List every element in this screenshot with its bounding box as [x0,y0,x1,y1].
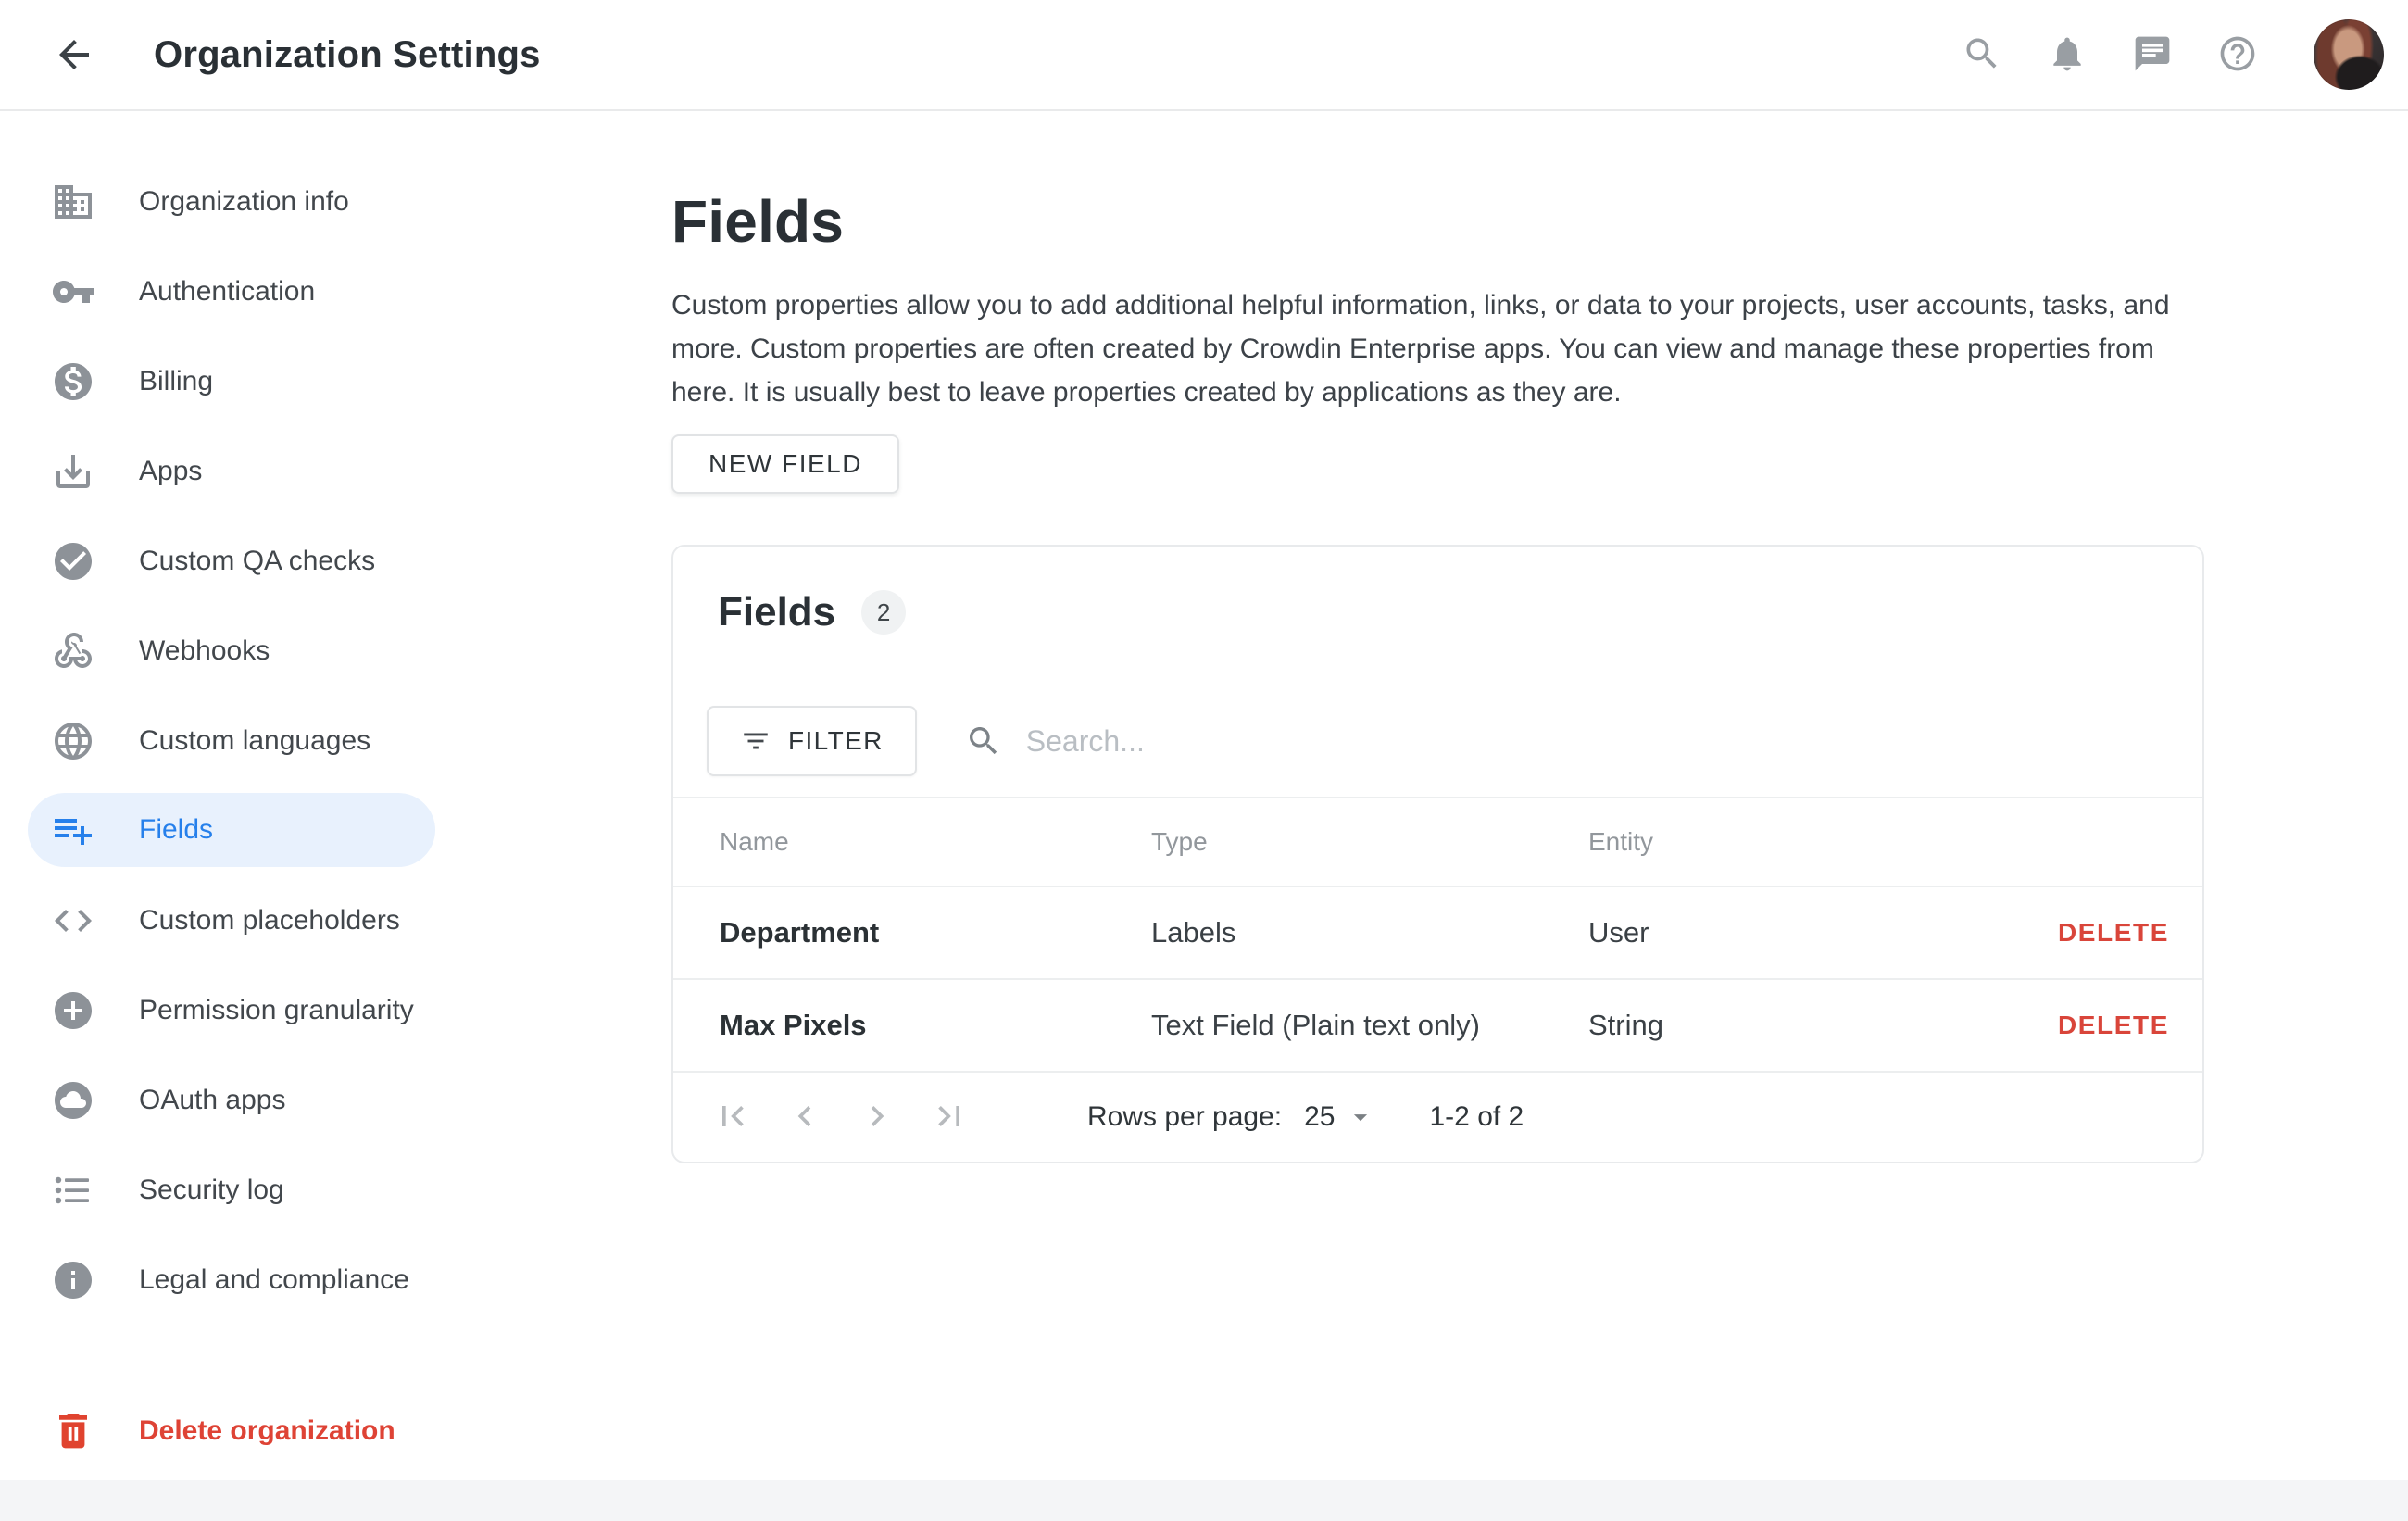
count-badge: 2 [861,590,906,635]
filter-button-label: FILTER [788,726,884,756]
field-entity: String [1588,1009,2058,1042]
notifications-bell-icon[interactable] [2045,32,2089,77]
table-row: Department Labels User DELETE [673,886,2202,978]
sidebar-item-webhooks[interactable]: Webhooks [0,606,454,696]
sidebar-item-label: Delete organization [139,1415,395,1447]
sidebar-item-legal-and-compliance[interactable]: Legal and compliance [0,1235,454,1325]
column-header-entity: Entity [1588,827,2169,857]
search-field [965,723,2169,760]
field-type: Labels [1151,916,1588,949]
list-icon [51,1168,95,1213]
rows-per-page-value: 25 [1304,1101,1335,1133]
download-icon [51,449,95,494]
sidebar-item-custom-qa-checks[interactable]: Custom QA checks [0,516,454,606]
sidebar-item-authentication[interactable]: Authentication [0,246,454,336]
last-page-icon[interactable] [927,1095,972,1139]
sidebar-item-label: Security log [139,1175,284,1206]
sidebar-item-label: Custom languages [139,725,370,757]
sidebar-item-label: Fields [139,814,213,846]
search-input[interactable] [1026,724,1674,759]
sidebar-item-label: Custom placeholders [139,905,400,936]
key-icon [51,270,95,314]
main-content: Fields Custom properties allow you to ad… [454,111,2408,1480]
sidebar-item-label: Apps [139,456,202,487]
messages-chat-icon[interactable] [2130,32,2175,77]
code-icon [51,899,95,943]
previous-page-icon[interactable] [783,1095,827,1139]
back-arrow-icon[interactable] [52,32,96,77]
sidebar-item-custom-placeholders[interactable]: Custom placeholders [0,875,454,965]
sidebar-item-fields[interactable]: Fields [28,793,435,867]
globe-icon [51,719,95,763]
sidebar-item-organization-info[interactable]: Organization info [0,157,454,246]
field-entity: User [1588,916,2058,949]
table-row: Max Pixels Text Field (Plain text only) … [673,978,2202,1071]
sidebar-item-label: Legal and compliance [139,1264,409,1296]
app-bar: Organization Settings [0,0,2408,111]
new-field-button[interactable]: NEW FIELD [671,434,899,494]
app-bar-actions [1960,19,2408,90]
sidebar-item-label: Billing [139,366,213,397]
trash-icon [51,1409,95,1453]
column-header-type: Type [1151,827,1588,857]
first-page-icon[interactable] [710,1095,755,1139]
sidebar-item-label: Webhooks [139,635,270,667]
search-icon[interactable] [1960,32,2004,77]
dollar-circle-icon [51,359,95,404]
column-header-name: Name [720,827,1151,857]
card-title: Fields [718,589,835,635]
sidebar-item-delete-organization[interactable]: Delete organization [0,1386,454,1476]
card-header: Fields 2 [673,547,2202,635]
rows-per-page-label: Rows per page: [1087,1101,1282,1133]
sidebar-item-security-log[interactable]: Security log [0,1145,454,1235]
delete-row-button[interactable]: DELETE [2058,918,2169,948]
sidebar-item-permission-granularity[interactable]: Permission granularity [0,965,454,1055]
sidebar-item-apps[interactable]: Apps [0,426,454,516]
filter-button[interactable]: FILTER [707,706,917,776]
footer-strip [0,1480,2408,1521]
avatar[interactable] [2314,19,2384,90]
search-icon [965,723,1002,760]
filter-row: FILTER [707,706,2169,776]
field-name: Department [720,916,1151,949]
playlist-add-icon [51,808,95,852]
chevron-down-icon [1345,1101,1376,1133]
check-circle-icon [51,539,95,584]
page-heading: Fields [671,187,2219,256]
sidebar-item-custom-languages[interactable]: Custom languages [0,696,454,786]
sidebar-item-label: Authentication [139,276,315,308]
delete-row-button[interactable]: DELETE [2058,1011,2169,1040]
field-name: Max Pixels [720,1009,1151,1042]
fields-card: Fields 2 FILTER Name Type Entity Departm… [671,545,2204,1163]
table-header-row: Name Type Entity [673,798,2202,886]
webhook-icon [51,629,95,673]
settings-sidebar: Organization info Authentication Billing… [0,111,454,1480]
page-description: Custom properties allow you to add addit… [671,283,2176,414]
field-type: Text Field (Plain text only) [1151,1009,1588,1042]
pagination-range: 1-2 of 2 [1430,1101,1524,1133]
sidebar-item-label: Organization info [139,186,349,218]
sidebar-item-label: Permission granularity [139,995,414,1026]
filter-icon [740,725,771,757]
sidebar-item-billing[interactable]: Billing [0,336,454,426]
next-page-icon[interactable] [855,1095,899,1139]
info-icon [51,1258,95,1302]
sidebar-item-oauth-apps[interactable]: OAuth apps [0,1055,454,1145]
sidebar-item-label: OAuth apps [139,1085,285,1116]
add-circle-icon [51,988,95,1033]
building-icon [51,180,95,224]
sidebar-item-label: Custom QA checks [139,546,375,577]
page-title: Organization Settings [154,34,541,76]
help-icon[interactable] [2215,32,2260,77]
table-pagination: Rows per page: 25 1-2 of 2 [673,1071,2202,1162]
rows-per-page-select[interactable]: 25 [1304,1101,1375,1133]
cloud-circle-icon [51,1078,95,1123]
